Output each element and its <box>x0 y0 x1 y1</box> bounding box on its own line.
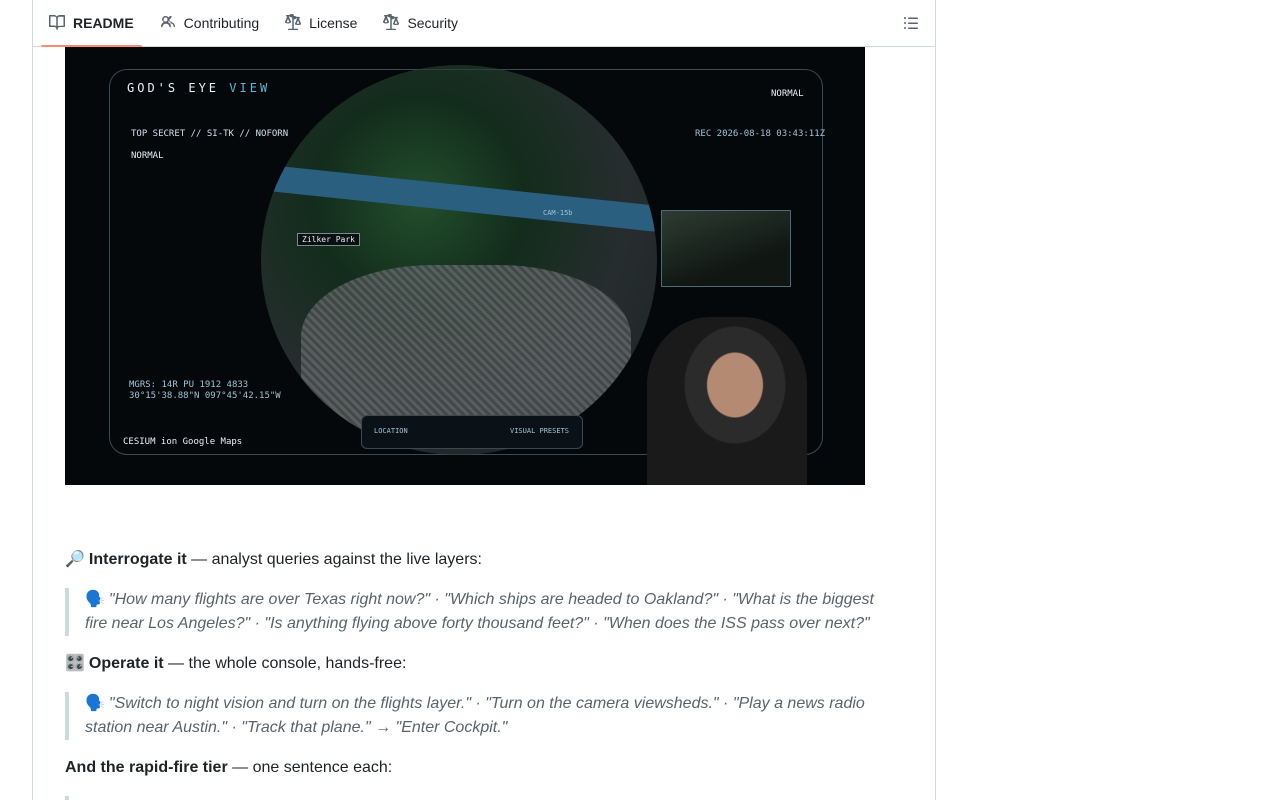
hud-timestamp: REC 2026-08-18 03:43:11Z <box>695 129 826 139</box>
hud-visual-presets-button: VISUAL PRESETS <box>510 427 570 435</box>
cam-label: CAM-15b <box>543 209 573 217</box>
quote-interrogate-line2: fire near Los Angeles?" · "Is anything f… <box>85 615 870 632</box>
law-icon <box>285 13 302 33</box>
quote-operate-line2: station near Austin." · "Track that plan… <box>85 719 508 736</box>
section-operate-bold: Operate it <box>88 655 164 672</box>
map-label-zilker-park: Zilker Park <box>297 233 360 246</box>
people-icon <box>160 14 176 33</box>
control-knobs-icon: 🎛️ <box>65 655 85 672</box>
speaking-head-icon: 🗣️ <box>85 695 105 712</box>
quote-interrogate: 🗣️ "How many flights are over Texas right… <box>65 588 877 636</box>
quote-rapid-fire <box>65 796 877 800</box>
magnifier-icon: 🔎 <box>65 551 85 568</box>
tab-security[interactable]: Security <box>375 0 466 46</box>
hud-bottom-controls: LOCATION VISUAL PRESETS <box>361 415 583 449</box>
section-operate: 🎛️ Operate it — the whole console, hands-… <box>65 652 877 676</box>
tab-contributing[interactable]: Contributing <box>152 0 268 46</box>
section-rapid-fire-text: — one sentence each: <box>227 759 393 776</box>
hud-classification: TOP SECRET // SI-TK // NOFORN <box>131 129 289 139</box>
hud-mode-right: NORMAL <box>771 89 804 99</box>
speaking-head-icon: 🗣️ <box>85 591 105 608</box>
gods-eye-screenshot: GOD'S EYE VIEW TOP SECRET // SI-TK // NO… <box>65 47 865 485</box>
tab-label: Contributing <box>183 15 260 31</box>
tab-label: License <box>309 15 358 31</box>
satellite-globe <box>261 65 657 455</box>
tab-readme[interactable]: README <box>41 0 142 47</box>
hud-coords-mgrs: MGRS: 14R PU 1912 4833 <box>129 380 249 390</box>
section-interrogate-text: — analyst queries against the live layer… <box>186 551 482 568</box>
camera-feed <box>661 210 791 287</box>
section-rapid-fire-bold: And the rapid-fire tier <box>65 759 228 776</box>
law-icon <box>383 13 400 33</box>
presenter-webcam <box>647 317 807 485</box>
tab-label: Security <box>407 15 459 31</box>
hud-mode: NORMAL <box>131 151 164 161</box>
section-operate-text: — the whole console, hands-free: <box>163 655 407 672</box>
quote-interrogate-line1: "How many flights are over Texas right n… <box>108 591 874 608</box>
section-rapid-fire: And the rapid-fire tier — one sentence e… <box>65 756 877 780</box>
outline-toggle-button[interactable] <box>903 15 919 31</box>
readme-panel: README Contributing License Security GOD… <box>32 0 936 800</box>
section-interrogate: 🔎 Interrogate it — analyst queries agains… <box>65 548 877 572</box>
section-interrogate-bold: Interrogate it <box>88 551 187 568</box>
tab-license[interactable]: License <box>277 0 365 46</box>
readme-tab-bar: README Contributing License Security <box>33 0 935 47</box>
hud-location-button: LOCATION <box>374 427 408 435</box>
quote-operate-line1: "Switch to night vision and turn on the … <box>108 695 865 712</box>
hud-title-accent: VIEW <box>229 81 271 95</box>
quote-operate: 🗣️ "Switch to night vision and turn on th… <box>65 692 877 740</box>
book-icon <box>49 14 65 33</box>
river <box>261 164 657 232</box>
hud-footer-brand: CESIUM ion Google Maps <box>123 437 243 447</box>
tab-label: README <box>73 15 134 31</box>
hud-title-main: GOD'S EYE <box>127 81 220 95</box>
hud-title: GOD'S EYE VIEW <box>127 81 270 95</box>
list-outline-icon <box>903 17 919 35</box>
hud-coords-latlon: 30°15'38.88"N 097°45'42.15"W <box>129 391 281 401</box>
